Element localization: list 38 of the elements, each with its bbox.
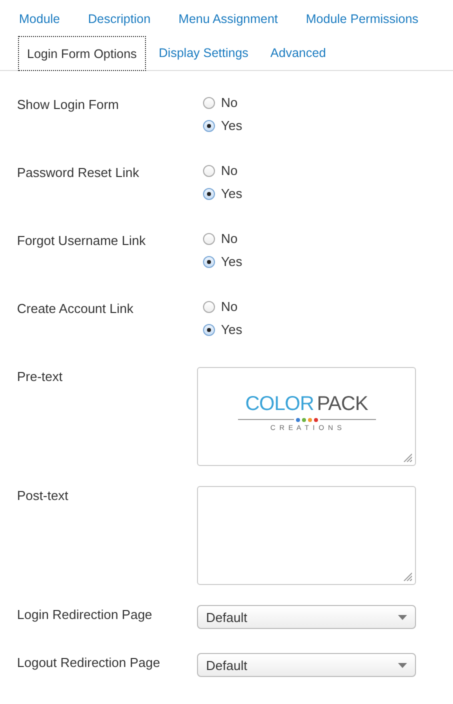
radio-button[interactable] <box>203 96 215 108</box>
field-label: Pre-text <box>17 368 64 386</box>
radio-option[interactable]: No <box>203 95 242 110</box>
radio-button[interactable] <box>203 188 215 200</box>
tab[interactable]: Advanced <box>261 36 336 70</box>
radio-option[interactable]: No <box>203 163 242 178</box>
tab[interactable]: Module Permissions <box>296 9 428 36</box>
tab[interactable]: Login Form Options <box>18 36 146 71</box>
radio-button[interactable] <box>203 300 215 312</box>
radio-option[interactable]: No <box>203 299 242 314</box>
field-label: Show Login Form <box>17 96 120 114</box>
radio-button[interactable] <box>203 256 215 268</box>
field-label: Password Reset Link <box>17 164 140 182</box>
field-label: Login Redirection Page <box>17 606 154 624</box>
field-label: Post-text <box>17 487 70 505</box>
tab[interactable]: Description <box>79 9 160 36</box>
tab[interactable]: Menu Assignment <box>170 9 287 36</box>
field-label: Create Account Link <box>17 300 134 318</box>
caret-icon <box>398 662 407 668</box>
tab[interactable]: Module <box>10 9 69 36</box>
resize-grip-icon[interactable] <box>403 453 412 462</box>
radio-option[interactable]: Yes <box>203 118 242 133</box>
field-label: Logout Redirection Page <box>17 654 162 672</box>
radio-button[interactable] <box>203 164 215 176</box>
tab[interactable]: Display Settings <box>150 36 258 70</box>
field-label: Forgot Username Link <box>17 232 147 250</box>
radio-option[interactable]: Yes <box>203 322 242 337</box>
radio-option[interactable]: Yes <box>203 254 242 269</box>
radio-button[interactable] <box>203 120 215 132</box>
radio-option[interactable]: No <box>203 231 242 246</box>
select-dropdown[interactable]: Default <box>197 653 416 677</box>
caret-icon <box>398 614 407 620</box>
radio-button[interactable] <box>203 324 215 336</box>
radio-button[interactable] <box>203 232 215 244</box>
radio-option[interactable]: Yes <box>203 186 242 201</box>
text-editor[interactable] <box>197 486 416 585</box>
resize-grip-icon[interactable] <box>403 572 412 581</box>
select-dropdown[interactable]: Default <box>197 605 416 629</box>
